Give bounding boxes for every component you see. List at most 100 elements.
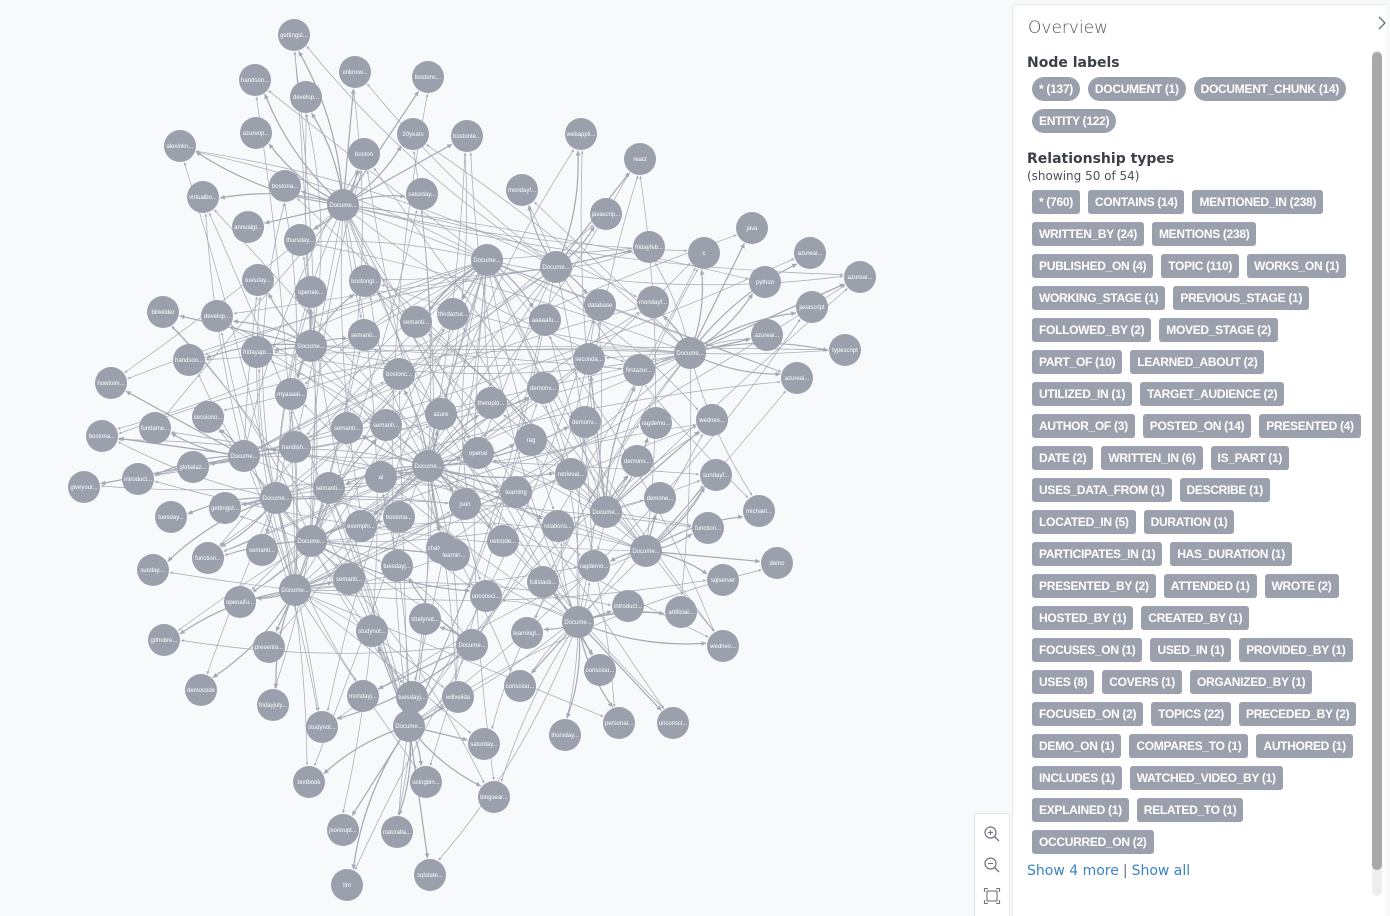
entity-node[interactable]: bostona... <box>86 420 118 452</box>
relationship-type-chip[interactable]: OCCURRED_ON (2) <box>1032 830 1154 854</box>
relationship-type-chip[interactable]: CREATED_BY (1) <box>1141 606 1250 630</box>
entity-node[interactable]: demonv... <box>621 445 653 477</box>
entity-node[interactable]: openai <box>462 437 494 469</box>
relationship-edge[interactable] <box>275 495 449 505</box>
relationship-type-chip[interactable]: WATCHED_VIDEO_BY (1) <box>1129 766 1283 790</box>
document-chunk-node[interactable]: Docume... <box>412 450 444 482</box>
relationship-type-chip[interactable]: FOCUSED_ON (2) <box>1032 702 1144 726</box>
relationship-type-chip[interactable]: UTILIZED_IN (1) <box>1032 382 1133 406</box>
fit-to-screen-button[interactable] <box>980 884 1004 908</box>
entity-node[interactable]: tuesday... <box>242 264 274 296</box>
relationship-edge[interactable] <box>342 204 625 363</box>
relationship-edge[interactable] <box>310 345 829 352</box>
relationship-type-chip[interactable]: INCLUDES (1) <box>1032 766 1122 790</box>
entity-node[interactable]: exemphi... <box>345 510 377 542</box>
entity-node[interactable]: boston <box>348 138 380 170</box>
entity-node[interactable]: demonv... <box>569 406 601 438</box>
entity-node[interactable]: bostonc... <box>383 358 415 390</box>
entity-node[interactable]: rag <box>515 424 547 456</box>
node-label-chip[interactable]: DOCUMENT_CHUNK (14) <box>1193 77 1346 101</box>
zoom-out-button[interactable] <box>980 853 1004 877</box>
entity-node[interactable]: ai <box>365 461 397 493</box>
entity-node[interactable]: react <box>624 143 656 175</box>
entity-node[interactable]: develop... <box>201 300 233 332</box>
entity-node[interactable]: introduct... <box>612 590 644 622</box>
entity-node[interactable]: artificial... <box>665 596 697 628</box>
relationship-type-chip[interactable]: WRITTEN_IN (6) <box>1101 446 1203 470</box>
entity-node[interactable]: semanti... <box>246 534 278 566</box>
relationship-type-chip[interactable]: COVERS (1) <box>1102 670 1182 694</box>
entity-node[interactable]: personal... <box>603 707 635 739</box>
document-chunk-node[interactable]: Docume... <box>562 606 594 638</box>
entity-node[interactable]: democode <box>185 674 217 706</box>
entity-node[interactable]: webappli... <box>565 118 597 150</box>
entity-node[interactable]: demo <box>761 547 793 579</box>
panel-scrollbar-thumb[interactable] <box>1372 52 1382 870</box>
entity-node[interactable]: function... <box>692 512 724 544</box>
entity-node[interactable]: semanti... <box>331 412 363 444</box>
relationship-type-chip[interactable]: USED_IN (1) <box>1150 638 1232 662</box>
entity-node[interactable]: fundame... <box>139 412 171 444</box>
entity-node[interactable]: json <box>449 488 481 520</box>
entity-node[interactable]: usingbin... <box>410 766 442 798</box>
relationship-type-chip[interactable]: TARGET_AUDIENCE (2) <box>1140 382 1285 406</box>
entity-node[interactable]: llm <box>331 869 363 901</box>
entity-node[interactable]: sunday.... <box>137 554 169 586</box>
relationship-type-chip[interactable]: DEMO_ON (1) <box>1032 734 1122 758</box>
entity-node[interactable]: aaaaafo... <box>529 304 561 336</box>
entity-node[interactable]: michael... <box>743 495 775 527</box>
relationship-type-chip[interactable]: ORGANIZED_BY (1) <box>1189 670 1313 694</box>
relationship-type-chip[interactable]: USES (8) <box>1032 670 1095 694</box>
relationship-edge[interactable] <box>645 550 761 564</box>
document-chunk-node[interactable]: Docume... <box>279 574 311 606</box>
entity-node[interactable]: azure <box>425 398 457 430</box>
relationship-type-chip[interactable]: POSTED_ON (14) <box>1142 414 1252 438</box>
entity-node[interactable]: handson... <box>239 64 271 96</box>
entity-node[interactable]: ragdemo... <box>578 550 610 582</box>
entity-node[interactable]: semanti... <box>333 563 365 595</box>
entity-node[interactable]: sqlserver <box>707 564 739 596</box>
entity-node[interactable]: bostona... <box>383 501 415 533</box>
entity-node[interactable]: semanti... <box>313 472 345 504</box>
entity-node[interactable]: bostonc... <box>412 61 444 93</box>
entity-node[interactable]: semanti... <box>370 409 402 441</box>
entity-node[interactable]: billwilder <box>147 296 179 328</box>
entity-node[interactable]: introduct... <box>122 463 154 495</box>
entity-node[interactable]: fridayapr... <box>241 336 273 368</box>
entity-node[interactable]: sessiono... <box>192 401 224 433</box>
relationship-edge[interactable] <box>689 349 829 355</box>
document-chunk-node[interactable]: Docume... <box>674 337 706 369</box>
entity-node[interactable]: thereplo... <box>475 387 507 419</box>
graph-visualization[interactable]: gettingst... unknow... handson... develop..… <box>0 0 1010 916</box>
entity-node[interactable]: tuesdayj... <box>396 681 428 713</box>
entity-node[interactable]: c <box>688 237 720 269</box>
relationship-type-chip[interactable]: PART_OF (10) <box>1032 350 1123 374</box>
show-more-link[interactable]: Show 4 more <box>1027 863 1119 879</box>
relationship-type-chip[interactable]: HOSTED_BY (1) <box>1032 606 1134 630</box>
entity-node[interactable]: retrieval... <box>555 458 587 490</box>
relationship-type-chip[interactable]: ATTENDED (1) <box>1163 574 1257 598</box>
relationship-type-chip[interactable]: MENTIONED_IN (238) <box>1192 190 1324 214</box>
entity-node[interactable]: demonv... <box>527 372 559 404</box>
entity-node[interactable]: fullstack... <box>527 566 559 598</box>
relationship-type-chip[interactable]: PARTICIPATES_IN (1) <box>1032 542 1163 566</box>
node-label-chip[interactable]: * (137) <box>1032 77 1080 101</box>
node-label-chip[interactable]: DOCUMENT (1) <box>1087 77 1186 101</box>
entity-node[interactable]: fridayfeb... <box>633 231 665 263</box>
relationship-type-chip[interactable]: FOLLOWED_BY (2) <box>1032 318 1152 342</box>
document-chunk-node[interactable]: Docume... <box>471 244 503 276</box>
entity-node[interactable]: database <box>584 289 616 321</box>
entity-node[interactable]: azureop... <box>240 117 272 149</box>
document-chunk-node[interactable]: Docume... <box>393 710 425 742</box>
relationship-type-chip[interactable]: MOVED_STAGE (2) <box>1159 318 1278 342</box>
entity-node[interactable]: unknow... <box>339 56 371 88</box>
relationship-type-chip[interactable]: DATE (2) <box>1032 446 1094 470</box>
relationship-edge[interactable] <box>680 352 692 596</box>
entity-node[interactable]: wednes... <box>707 630 739 662</box>
relationship-type-chip[interactable]: * (760) <box>1032 190 1080 214</box>
entity-node[interactable]: unconsci... <box>657 707 689 739</box>
entity-node[interactable]: unconsci... <box>470 580 502 612</box>
entity-node[interactable]: learnin... <box>438 539 470 571</box>
relationship-type-chip[interactable]: HAS_DURATION (1) <box>1170 542 1292 566</box>
document-chunk-node[interactable]: Docume... <box>295 525 327 557</box>
